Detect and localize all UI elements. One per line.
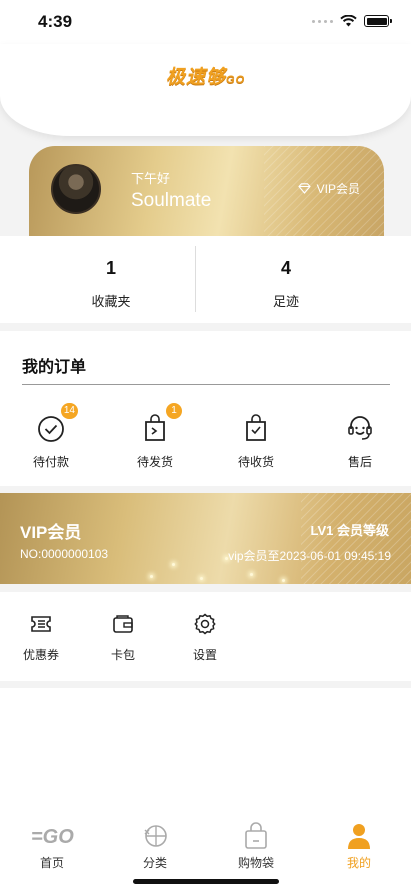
order-pending-shipment-label: 待发货: [136, 455, 173, 469]
vip-level: LV1 会员等级: [310, 523, 390, 538]
order-after-sales-label: 售后: [347, 455, 372, 469]
status-icons: [312, 15, 392, 27]
order-pending-shipment[interactable]: 1 待发货: [115, 403, 195, 470]
user-nickname: Soulmate: [131, 190, 212, 211]
coupon-label: 优惠券: [22, 648, 59, 662]
home-indicator: [133, 879, 279, 884]
order-pending-receipt-label: 待收货: [237, 455, 274, 469]
tab-home-label: 首页: [39, 856, 64, 870]
tools-section: 优惠券 卡包 设置: [0, 592, 411, 681]
app-logo: 极速够GO: [166, 67, 246, 88]
shopping-bag-icon: [245, 822, 267, 849]
category-icon: [144, 825, 167, 847]
signal-icon: [312, 19, 333, 23]
wallet-icon: [113, 615, 133, 633]
wallet-tool[interactable]: 卡包: [98, 612, 148, 663]
bag-receive-icon: [246, 414, 266, 441]
pending-shipment-badge: 1: [166, 403, 182, 419]
bag-send-icon: [145, 414, 165, 441]
tab-category-label: 分类: [142, 856, 167, 870]
tab-mine-label: 我的: [346, 856, 371, 870]
coupon-tool[interactable]: 优惠券: [16, 612, 66, 663]
wifi-icon: [340, 15, 357, 27]
wallet-label: 卡包: [110, 648, 135, 662]
favorites-label: 收藏夹: [91, 294, 131, 309]
order-pending-receipt[interactable]: 待收货: [216, 413, 296, 470]
gear-icon: [194, 613, 216, 635]
greeting-text: 下午好: [131, 171, 171, 186]
status-bar: 4:39: [0, 0, 411, 44]
battery-icon: [364, 15, 392, 27]
footprint-stat[interactable]: 4 足迹: [191, 236, 381, 323]
home-go-icon: =GO: [31, 826, 74, 848]
diamond-icon: [297, 183, 311, 194]
orders-title: 我的订单: [22, 359, 87, 376]
settings-tool[interactable]: 设置: [180, 612, 230, 663]
svg-text:=GO: =GO: [31, 826, 74, 848]
pending-payment-badge: 14: [60, 403, 78, 419]
tab-home[interactable]: =GO 首页: [17, 822, 87, 871]
vip-number: NO:0000000103: [20, 547, 109, 561]
favorites-count: 1: [105, 258, 116, 278]
tab-shopping-bag[interactable]: 购物袋: [221, 822, 291, 871]
header-area: 极速够GO: [0, 44, 411, 154]
stats-panel: 1 收藏夹 4 足迹: [0, 236, 411, 323]
orders-divider: [22, 384, 390, 385]
user-icon: [348, 824, 370, 849]
content-blank-area: [0, 688, 411, 818]
tab-shopping-bag-label: 购物袋: [237, 856, 274, 870]
vip-title: VIP会员: [20, 523, 82, 542]
vip-tag[interactable]: VIP会员: [297, 180, 360, 197]
clock-check-icon: [38, 416, 64, 442]
settings-label: 设置: [192, 648, 217, 662]
orders-section: 我的订单 14 待付款 1 待发货 待收货 售后: [0, 331, 411, 486]
tab-category[interactable]: 分类: [120, 822, 190, 871]
status-time: 4:39: [38, 12, 73, 31]
favorites-stat[interactable]: 1 收藏夹: [16, 236, 206, 323]
profile-card[interactable]: 下午好 Soulmate VIP会员: [29, 146, 384, 236]
header: 极速够GO: [0, 44, 411, 136]
order-after-sales[interactable]: 售后: [320, 413, 400, 470]
coupon-icon: [31, 616, 51, 632]
vip-card[interactable]: VIP会员 NO:0000000103 LV1 会员等级 vip会员至2023-…: [0, 493, 411, 584]
tab-mine[interactable]: 我的: [324, 822, 394, 871]
avatar[interactable]: [51, 164, 101, 214]
footprint-label: 足迹: [272, 294, 299, 309]
footprint-count: 4: [280, 258, 291, 278]
vip-expire: vip会员至2023-06-01 09:45:19: [228, 549, 391, 563]
headset-icon: [348, 416, 372, 440]
order-pending-payment-label: 待付款: [32, 455, 69, 469]
order-pending-payment[interactable]: 14 待付款: [11, 403, 91, 470]
